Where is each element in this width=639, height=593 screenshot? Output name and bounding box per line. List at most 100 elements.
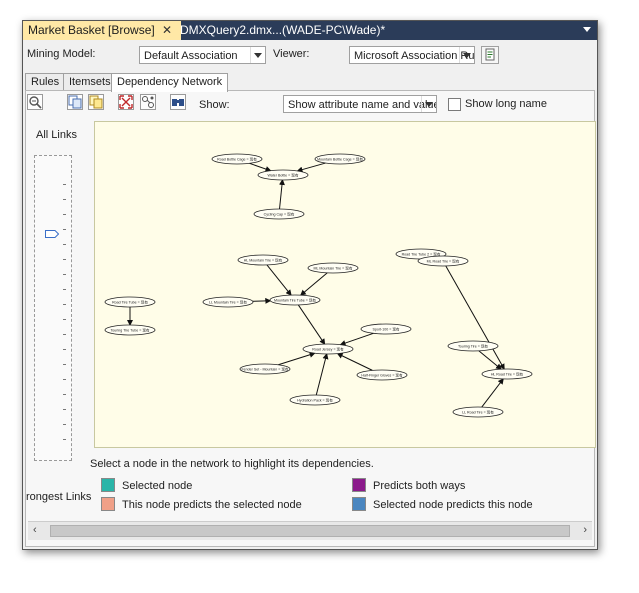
slider-tick bbox=[63, 349, 66, 350]
zoom-out-icon bbox=[29, 96, 42, 109]
network-node[interactable]: Water Bottle = 现有 bbox=[257, 169, 309, 181]
network-graph[interactable]: Road Bottle Cage = 现有 Water Bottle = 现有 Mo… bbox=[95, 122, 595, 447]
network-node[interactable]: LL Mountain Tire = 现有 bbox=[202, 296, 254, 308]
network-node[interactable]: Hydration Pack = 现有 bbox=[289, 394, 341, 406]
find-node-button[interactable] bbox=[170, 94, 186, 110]
legend-selected-swatch bbox=[101, 478, 115, 492]
show-long-name-checkbox[interactable] bbox=[448, 98, 461, 111]
slider-thumb[interactable] bbox=[45, 230, 59, 238]
link-strength-slider[interactable] bbox=[34, 155, 72, 461]
slider-tick bbox=[63, 199, 66, 200]
refresh-viewer-button[interactable] bbox=[481, 46, 499, 64]
dependency-network-panel: Show: Show attribute name and value Show… bbox=[25, 90, 596, 547]
layout-button[interactable] bbox=[140, 94, 156, 110]
network-node[interactable]: Touring Tire Tube = 现有 bbox=[104, 324, 156, 336]
network-node[interactable]: Road Bottle Cage = 现有 bbox=[211, 153, 263, 165]
node-label: Road Tire Tube 2 = 现有 bbox=[402, 252, 441, 257]
dependency-network-canvas[interactable]: Road Bottle Cage = 现有 Water Bottle = 现有 Mo… bbox=[94, 121, 596, 448]
node-label: Sport-100 = 现有 bbox=[372, 327, 399, 332]
node-label: Touring Tire Tube = 现有 bbox=[110, 328, 149, 333]
network-node[interactable]: Fender Set - Mountain = 现有 bbox=[239, 363, 291, 375]
dependency-edge bbox=[315, 353, 329, 396]
scroll-left-icon[interactable]: ‹ bbox=[33, 524, 37, 536]
dependency-edge bbox=[339, 332, 374, 346]
slider-tick bbox=[63, 424, 66, 425]
node-label: ML Road Tire = 现有 bbox=[427, 259, 460, 264]
node-label: Hydration Pack = 现有 bbox=[297, 398, 333, 403]
find-node-icon bbox=[172, 99, 184, 106]
scroll-right-icon[interactable]: › bbox=[583, 524, 587, 536]
status-text: Select a node in the network to highligh… bbox=[90, 458, 374, 470]
node-label: Water Bottle = 现有 bbox=[268, 173, 299, 178]
slider-tick bbox=[63, 439, 66, 440]
slider-tick bbox=[63, 304, 66, 305]
document-tab-bar: Market Basket [Browse] ✕ DMXQuery2.dmx..… bbox=[23, 21, 597, 40]
node-label: Road Jersey = 现有 bbox=[312, 347, 344, 352]
slider-tick bbox=[63, 394, 66, 395]
tab-list-dropdown-icon[interactable] bbox=[583, 27, 591, 32]
network-node[interactable]: Touring Tire = 现有 bbox=[447, 340, 499, 352]
tab-title: Market Basket [Browse] bbox=[28, 23, 155, 37]
network-node[interactable]: Road Jersey = 现有 bbox=[302, 343, 354, 355]
dependency-edge bbox=[296, 162, 326, 173]
horizontal-scrollbar[interactable]: ‹ › bbox=[28, 521, 592, 540]
dependency-edge bbox=[300, 272, 328, 296]
chevron-down-icon bbox=[250, 47, 265, 63]
zoom-out-button[interactable] bbox=[27, 94, 43, 110]
tab-rules[interactable]: Rules bbox=[25, 73, 66, 91]
close-icon[interactable]: ✕ bbox=[162, 21, 172, 40]
dependency-edge bbox=[478, 350, 502, 370]
node-label: Fender Set - Mountain = 现有 bbox=[241, 367, 288, 372]
network-edges bbox=[127, 162, 505, 408]
network-node[interactable]: Mountain Tire Tube = 现有 bbox=[269, 294, 321, 306]
tab-itemsets[interactable]: Itemsets bbox=[63, 73, 117, 91]
slider-tick bbox=[63, 229, 66, 230]
dependency-edge bbox=[336, 353, 373, 371]
network-node[interactable]: Sport-100 = 现有 bbox=[360, 323, 412, 335]
network-node[interactable]: Road Tire Tube = 现有 bbox=[104, 296, 156, 308]
show-select[interactable]: Show attribute name and value bbox=[283, 95, 437, 113]
network-node[interactable]: HL Road Tire = 现有 bbox=[481, 368, 533, 380]
dependency-edge bbox=[252, 297, 272, 304]
dependency-edge bbox=[249, 162, 272, 172]
viewer-select[interactable]: Microsoft Association Ru bbox=[349, 46, 475, 64]
node-label: Touring Tire = 现有 bbox=[458, 344, 488, 349]
tab-dependency-network[interactable]: Dependency Network bbox=[111, 73, 229, 92]
node-label: Half-Finger Gloves = 现有 bbox=[361, 373, 403, 378]
network-node[interactable]: HL Mountain Tire = 现有 bbox=[237, 254, 289, 266]
slider-tick bbox=[63, 409, 66, 410]
dependency-edge bbox=[445, 265, 505, 370]
slider-tick bbox=[63, 289, 66, 290]
node-label: Road Tire Tube = 现有 bbox=[112, 300, 148, 305]
slider-tick bbox=[63, 274, 66, 275]
viewer-label: Viewer: bbox=[273, 48, 310, 60]
network-node[interactable]: ML Road Tire = 现有 bbox=[417, 255, 469, 267]
dependency-edge bbox=[278, 179, 285, 210]
copy-selection-button[interactable] bbox=[88, 94, 104, 110]
node-label: HL Road Tire = 现有 bbox=[491, 372, 524, 377]
network-nodes[interactable]: Road Bottle Cage = 现有 Water Bottle = 现有 Mo… bbox=[104, 153, 533, 418]
browser-window: Market Basket [Browse] ✕ DMXQuery2.dmx..… bbox=[22, 20, 598, 550]
network-node[interactable]: ML Mountain Tire = 现有 bbox=[307, 262, 359, 274]
network-node[interactable]: Half-Finger Gloves = 现有 bbox=[356, 369, 408, 381]
scrollbar-thumb[interactable] bbox=[50, 525, 570, 537]
tab-market-basket-browse[interactable]: Market Basket [Browse] ✕ bbox=[23, 21, 181, 40]
node-label: Cycling Cap = 现有 bbox=[264, 212, 295, 217]
legend-selected-predicts-swatch bbox=[352, 497, 366, 511]
fit-to-window-button[interactable] bbox=[118, 94, 134, 110]
refresh-icon bbox=[485, 48, 495, 61]
show-label: Show: bbox=[199, 99, 230, 111]
copy-button[interactable] bbox=[67, 94, 83, 110]
node-label: LL Road Tire = 现有 bbox=[462, 410, 494, 415]
slider-tick bbox=[63, 364, 66, 365]
tab-dmx-query[interactable]: DMXQuery2.dmx...(WADE-PC\Wade)* bbox=[175, 21, 390, 40]
dependency-edge bbox=[297, 304, 326, 345]
network-node[interactable]: Mountain Bottle Cage = 现有 bbox=[314, 153, 366, 165]
show-long-name-label: Show long name bbox=[465, 98, 547, 110]
mining-model-select[interactable]: Default Association bbox=[139, 46, 266, 64]
network-node[interactable]: Cycling Cap = 现有 bbox=[253, 208, 305, 220]
slider-tick bbox=[63, 319, 66, 320]
chevron-down-icon bbox=[421, 96, 436, 112]
network-node[interactable]: LL Road Tire = 现有 bbox=[452, 406, 504, 418]
slider-tick bbox=[63, 244, 66, 245]
